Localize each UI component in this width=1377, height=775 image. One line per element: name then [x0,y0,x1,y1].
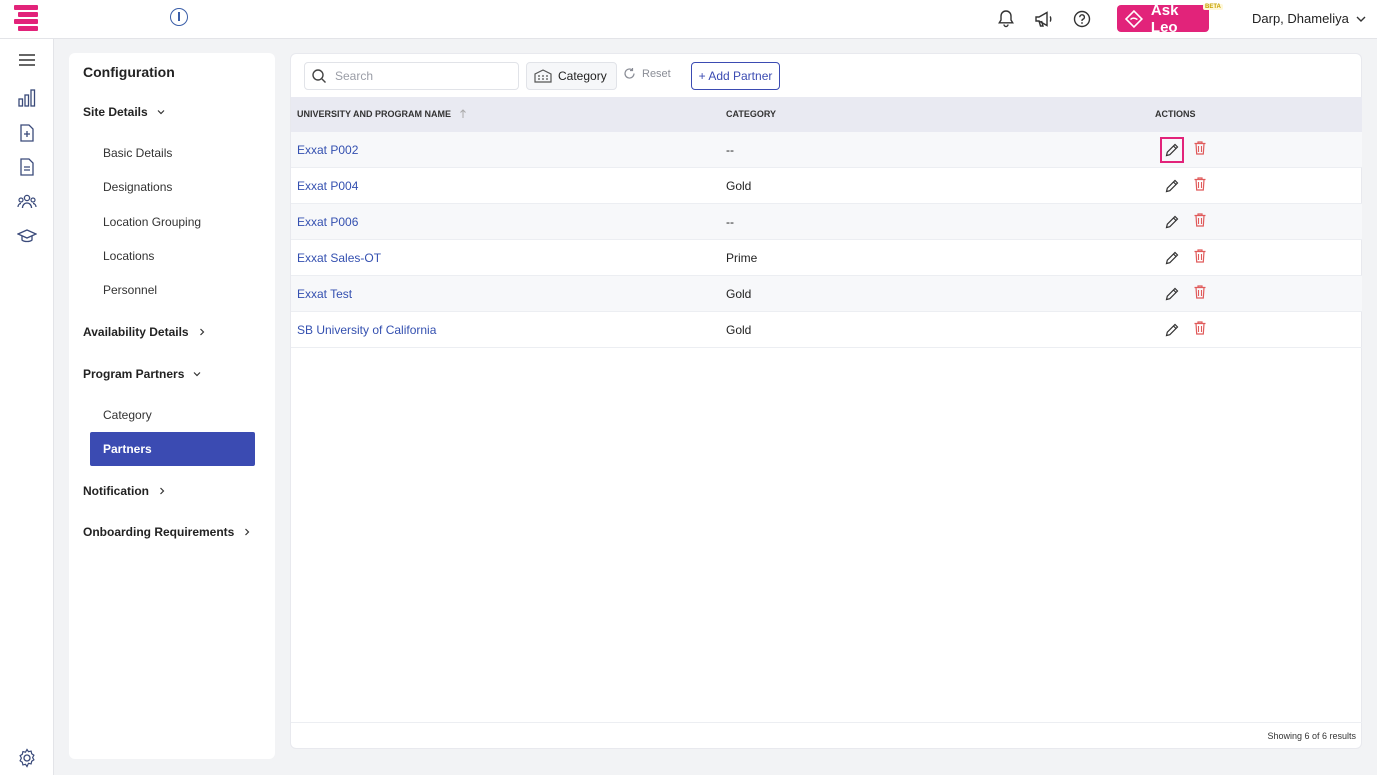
partner-name-link[interactable]: SB University of California [297,323,436,337]
add-document-icon[interactable] [17,123,37,143]
table-row: Exxat P006 -- [291,204,1362,240]
delete-trash-icon[interactable] [1188,243,1212,269]
partner-category: -- [726,215,734,229]
table-row: SB University of California Gold [291,312,1362,348]
partner-name-link[interactable]: Exxat P004 [297,179,358,193]
refresh-icon [624,68,635,79]
partner-category: -- [726,143,734,157]
delete-trash-icon[interactable] [1188,315,1212,341]
search-icon [312,69,326,83]
leo-icon [1125,9,1143,28]
partner-name-link[interactable]: Exxat P006 [297,215,358,229]
left-rail [0,39,54,775]
search-input[interactable] [335,69,505,83]
document-icon[interactable] [17,157,37,177]
partner-category: Gold [726,287,752,301]
analytics-chart-icon[interactable] [17,88,37,108]
column-header-label: CATEGORY [726,109,777,119]
edit-pencil-icon[interactable] [1160,245,1184,271]
section-program-partners[interactable]: Program Partners [83,367,202,381]
column-header-actions: ACTIONS [1155,109,1196,119]
reset-button[interactable]: Reset [623,67,671,80]
reset-label: Reset [642,67,671,80]
edit-pencil-icon[interactable] [1160,209,1184,235]
chevron-right-icon [160,487,165,495]
building-icon [534,69,552,83]
section-label: Notification [83,484,149,498]
table-row: Exxat P004 Gold [291,168,1362,204]
section-label: Site Details [83,105,148,119]
section-availability-details[interactable]: Availability Details [83,325,207,339]
delete-trash-icon[interactable] [1188,135,1212,161]
table-header: UNIVERSITY AND PROGRAM NAME CATEGORY ACT… [291,97,1362,132]
beta-badge: BETA [1203,4,1223,10]
hamburger-menu-icon[interactable] [17,50,37,70]
sidebar-item-basic-details[interactable]: Basic Details [103,146,172,160]
sidebar-item-designations[interactable]: Designations [103,180,172,194]
top-bar: Ask Leo BETA Darp, Dhameliya [0,0,1377,39]
edit-pencil-icon[interactable] [1160,317,1184,343]
organization-logo [170,8,188,26]
delete-trash-icon[interactable] [1188,171,1212,197]
partners-table-card: Category Reset + Add Partner UNIVERSITY … [290,53,1362,749]
section-label: Availability Details [83,325,189,339]
megaphone-icon[interactable] [1033,8,1055,30]
table-row: Exxat Sales-OT Prime [291,240,1362,276]
exxat-logo[interactable] [14,5,38,33]
chevron-down-icon [193,372,201,377]
results-count: Showing 6 of 6 results [1267,731,1356,741]
partner-name-link[interactable]: Exxat Test [297,287,352,301]
partner-name-link[interactable]: Exxat Sales-OT [297,251,381,265]
table-row: Exxat Test Gold [291,276,1362,312]
table-row: Exxat P002 -- [291,132,1362,168]
edit-pencil-icon[interactable] [1160,137,1184,163]
configuration-title: Configuration [83,64,175,80]
column-header-category: CATEGORY [726,109,776,119]
partner-category: Prime [726,251,758,265]
chevron-down-icon [1356,16,1366,22]
sort-arrow-up-icon [460,109,466,118]
ask-leo-label: Ask Leo [1150,1,1179,36]
help-icon[interactable] [1071,8,1093,30]
add-partner-button[interactable]: + Add Partner [691,62,780,90]
partner-category: Gold [726,323,752,337]
category-filter-label: Category [558,69,607,83]
sidebar-item-category[interactable]: Category [103,408,152,422]
sidebar-item-partners[interactable]: Partners [90,432,255,466]
category-filter-button[interactable]: Category [526,62,617,90]
configuration-panel: Configuration Site Details Basic Details… [69,53,275,759]
people-group-icon[interactable] [17,192,37,212]
chevron-right-icon [245,528,250,536]
edit-pencil-icon[interactable] [1160,173,1184,199]
column-header-name[interactable]: UNIVERSITY AND PROGRAM NAME [297,109,467,119]
section-label: Onboarding Requirements [83,525,235,539]
search-box[interactable] [304,62,519,90]
chevron-right-icon [199,328,204,336]
sidebar-item-locations[interactable]: Locations [103,249,154,263]
section-label: Program Partners [83,367,185,381]
partner-category: Gold [726,179,752,193]
delete-trash-icon[interactable] [1188,207,1212,233]
sidebar-item-location-grouping[interactable]: Location Grouping [103,215,201,229]
bell-icon[interactable] [995,8,1017,30]
user-menu[interactable]: Darp, Dhameliya [1252,11,1367,26]
settings-gear-icon[interactable] [17,748,37,768]
ask-leo-button[interactable]: Ask Leo [1117,2,1209,36]
column-header-label: ACTIONS [1155,109,1196,119]
delete-trash-icon[interactable] [1188,279,1212,305]
sidebar-item-personnel[interactable]: Personnel [103,283,157,297]
column-header-label: UNIVERSITY AND PROGRAM NAME [297,109,452,119]
user-name: Darp, Dhameliya [1252,11,1349,26]
section-notification[interactable]: Notification [83,484,167,498]
graduation-cap-icon[interactable] [16,226,38,246]
edit-pencil-icon[interactable] [1160,281,1184,307]
section-onboarding-requirements[interactable]: Onboarding Requirements [83,525,252,539]
section-site-details[interactable]: Site Details [83,105,166,119]
chevron-down-icon [157,110,165,115]
table-footer: Showing 6 of 6 results [291,722,1362,749]
partner-name-link[interactable]: Exxat P002 [297,143,358,157]
